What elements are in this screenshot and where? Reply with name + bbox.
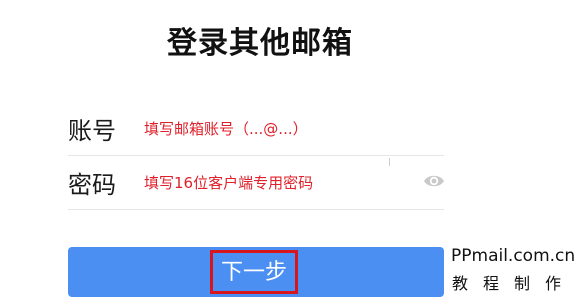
- watermark-subtitle: 教程制作: [452, 274, 577, 293]
- account-input[interactable]: 填写邮箱账号（...@...）: [144, 118, 308, 139]
- account-row: 账号 填写邮箱账号（...@...）: [68, 103, 444, 156]
- next-button[interactable]: 下一步: [68, 247, 444, 297]
- eye-icon[interactable]: [423, 173, 445, 189]
- page-title: 登录其他邮箱: [167, 26, 353, 61]
- watermark-domain: PPmail.com.cn: [451, 246, 576, 266]
- password-label: 密码: [68, 171, 116, 199]
- next-button-label: 下一步: [220, 260, 287, 285]
- password-row: 密码 填写16位客户端专用密码: [68, 157, 444, 210]
- password-input[interactable]: 填写16位客户端专用密码: [144, 172, 313, 193]
- next-highlight-box: 下一步: [210, 250, 298, 294]
- account-label: 账号: [68, 117, 116, 145]
